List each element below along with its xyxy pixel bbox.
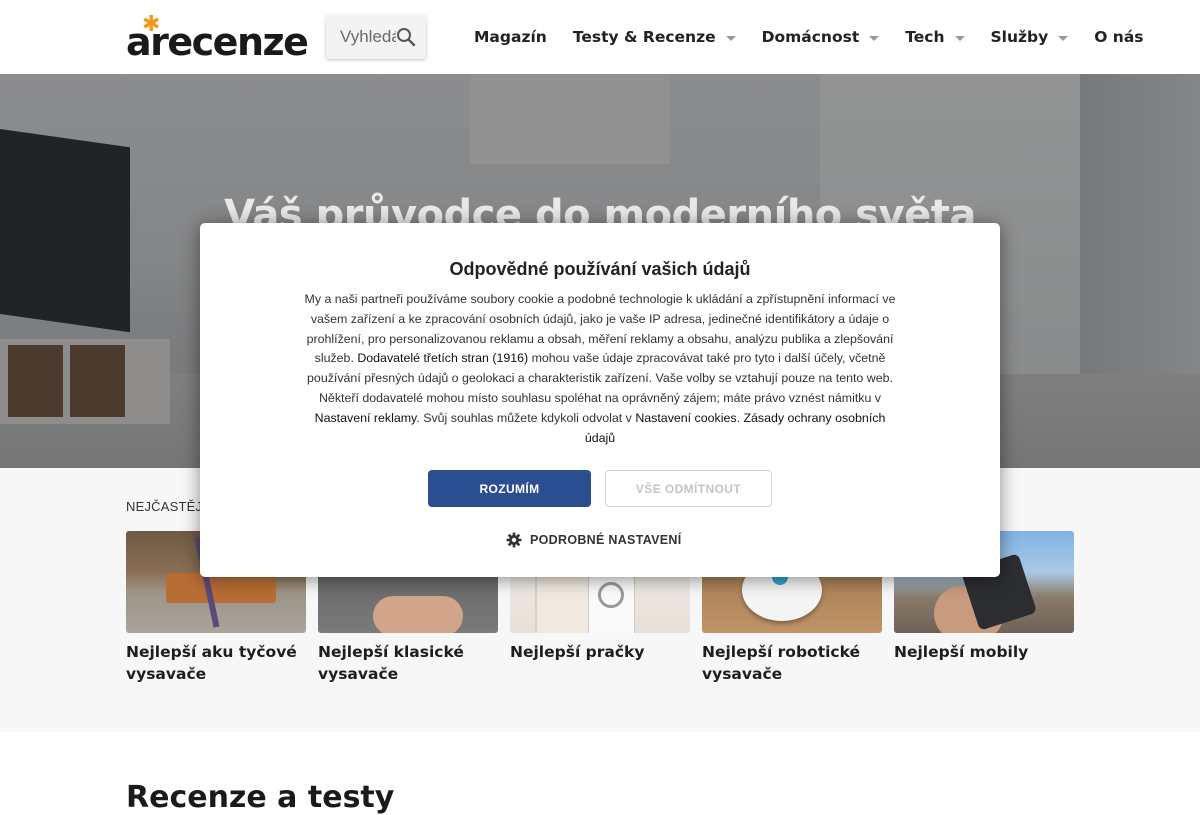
nav-item-label: Služby <box>990 28 1049 46</box>
nav-item-label: Magazín <box>474 28 547 46</box>
ad-settings-link[interactable]: Nastavení reklamy <box>315 411 417 425</box>
nav-item-label: Domácnost <box>761 28 860 46</box>
gear-icon <box>506 532 522 548</box>
nav-item-testy-recenze[interactable]: Testy & Recenze <box>573 28 736 46</box>
card-title[interactable]: Nejlepší pračky <box>510 641 690 663</box>
search-input[interactable] <box>326 15 396 59</box>
search-box[interactable] <box>326 15 426 59</box>
nav-item-magazin[interactable]: Magazín <box>474 28 547 46</box>
chevron-down-icon <box>1058 35 1069 41</box>
consent-title: Odpovědné používání vašich údajů <box>449 259 751 279</box>
site-header: ✱ arecenze Magazín Testy & Recenze Domác… <box>0 0 1200 74</box>
card-title[interactable]: Nejlepší mobily <box>894 641 1074 663</box>
cookie-settings-link[interactable]: Nastavení cookies <box>635 411 736 425</box>
chevron-down-icon <box>869 35 880 41</box>
nav-item-label: O nás <box>1094 28 1144 46</box>
card-title[interactable]: Nejlepší aku tyčové vysavače <box>126 641 306 685</box>
detailed-settings-label: PODROBNÉ NASTAVENÍ <box>530 533 682 547</box>
nav-item-sluzby[interactable]: Služby <box>991 28 1069 46</box>
vendors-link[interactable]: Dodavatelé třetích stran (1916) <box>357 351 528 365</box>
detailed-settings-button[interactable]: PODROBNÉ NASTAVENÍ <box>506 532 681 548</box>
chevron-down-icon <box>725 35 736 41</box>
nav-item-tech[interactable]: Tech <box>905 28 965 46</box>
consent-text: My a naši partneři používáme soubory coo… <box>300 290 900 448</box>
nav-item-label: Tech <box>905 28 945 46</box>
nav-item-label: Testy & Recenze <box>572 28 716 46</box>
main-nav: Magazín Testy & Recenze Domácnost Tech S… <box>474 0 1144 74</box>
search-icon[interactable] <box>396 27 416 47</box>
card-title[interactable]: Nejlepší klasické vysavače <box>318 641 498 685</box>
card-title[interactable]: Nejlepší robotické vysavače <box>702 641 882 685</box>
logo-text: arecenze <box>126 20 309 64</box>
reject-all-button[interactable]: VŠE ODMÍTNOUT <box>605 470 772 507</box>
site-logo[interactable]: ✱ arecenze <box>126 13 312 63</box>
reviews-title: Recenze a testy <box>126 780 395 815</box>
nav-item-domacnost[interactable]: Domácnost <box>762 28 880 46</box>
cookie-consent-dialog: Odpovědné používání vašich údajů My a na… <box>200 223 1000 577</box>
nav-item-o-nas[interactable]: O nás <box>1094 28 1143 46</box>
consent-text-part: . Svůj souhlas můžete kdykoli odvolat v <box>416 410 636 425</box>
accept-button[interactable]: ROZUMÍM <box>428 470 591 507</box>
chevron-down-icon <box>954 35 965 41</box>
reviews-section: Recenze a testy <box>0 732 1200 815</box>
